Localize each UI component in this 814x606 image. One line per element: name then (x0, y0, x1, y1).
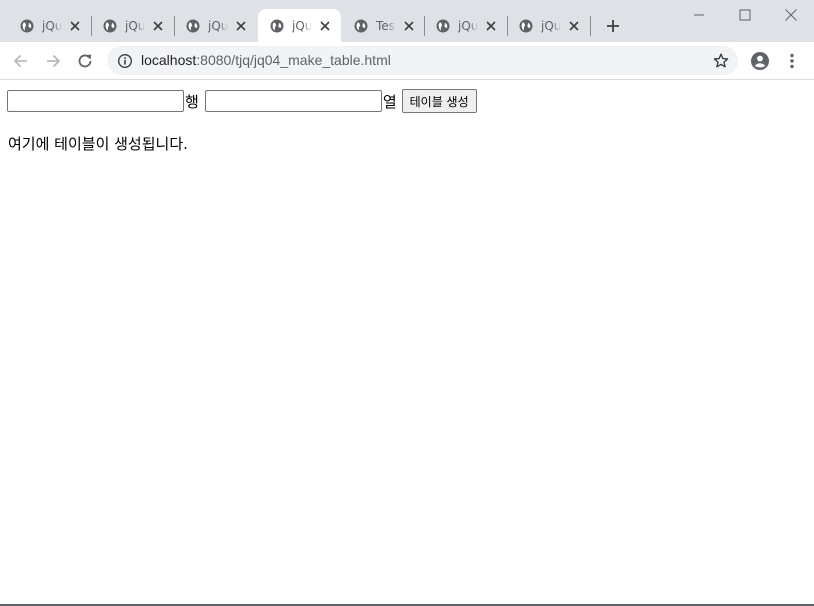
bookmark-star-icon[interactable] (712, 52, 730, 70)
globe-icon (270, 19, 284, 32)
tab-title: jQuery (541, 18, 561, 33)
close-icon[interactable] (317, 18, 333, 34)
url-host: localhost (141, 52, 197, 68)
new-tab-plus-icon[interactable] (604, 17, 622, 35)
globe-icon (20, 19, 34, 32)
tab-1[interactable]: jQuery (8, 9, 91, 42)
table-form: 행 열 테이블 생성 (7, 89, 477, 113)
globe-icon (519, 19, 533, 32)
close-icon[interactable] (401, 18, 417, 34)
rows-unit-label: 행 (185, 92, 199, 111)
tab-title: jQuery (292, 18, 312, 33)
profile-avatar-icon[interactable] (750, 51, 770, 71)
close-icon[interactable] (566, 18, 582, 34)
page-content: 행 열 테이블 생성 여기에 테이블이 생성됩니다. (0, 80, 814, 604)
address-bar[interactable]: localhost:8080/tjq/jq04_make_table.html (107, 46, 738, 75)
tab-title: Test (376, 18, 396, 33)
tab-separator (590, 16, 591, 36)
tab-7[interactable]: jQuery (507, 9, 590, 42)
cols-input[interactable] (204, 90, 382, 112)
url-path: :8080/tjq/jq04_make_table.html (196, 52, 391, 68)
globe-icon (103, 19, 117, 32)
rows-input[interactable] (7, 90, 184, 112)
forward-arrow-icon[interactable] (43, 51, 63, 71)
maximize-icon[interactable] (736, 6, 754, 24)
tab-6[interactable]: jQuery (424, 9, 507, 42)
table-result-area: 여기에 테이블이 생성됩니다. (8, 135, 188, 153)
browser-toolbar: localhost:8080/tjq/jq04_make_table.html (0, 42, 814, 80)
tab-4-active[interactable]: jQuery (258, 9, 341, 42)
create-table-button[interactable]: 테이블 생성 (401, 89, 477, 113)
close-icon[interactable] (150, 18, 166, 34)
tab-3[interactable]: jQuery (174, 9, 257, 42)
globe-icon (186, 19, 200, 32)
tab-2[interactable]: jQuery (91, 9, 174, 42)
tab-title: jQuery (458, 18, 478, 33)
tab-5[interactable]: Test (342, 9, 425, 42)
close-icon[interactable] (483, 18, 499, 34)
back-arrow-icon[interactable] (11, 51, 31, 71)
tab-title: jQuery (208, 18, 228, 33)
tab-title: jQuery (42, 18, 62, 33)
tab-strip: jQuery jQuery jQuery jQuery Test (0, 0, 814, 42)
browser-window: jQuery jQuery jQuery jQuery Test (0, 0, 814, 606)
tab-title: jQuery (125, 18, 145, 33)
close-icon[interactable] (233, 18, 249, 34)
cols-unit-label: 열 (382, 92, 397, 111)
globe-icon (354, 19, 368, 32)
minimize-icon[interactable] (690, 6, 708, 24)
reload-icon[interactable] (75, 51, 95, 71)
info-icon[interactable] (117, 53, 133, 69)
globe-icon (436, 19, 450, 32)
more-menu-icon[interactable] (784, 51, 800, 71)
window-close-icon[interactable] (782, 6, 800, 24)
close-icon[interactable] (67, 18, 83, 34)
url-text[interactable]: localhost:8080/tjq/jq04_make_table.html (141, 52, 391, 68)
